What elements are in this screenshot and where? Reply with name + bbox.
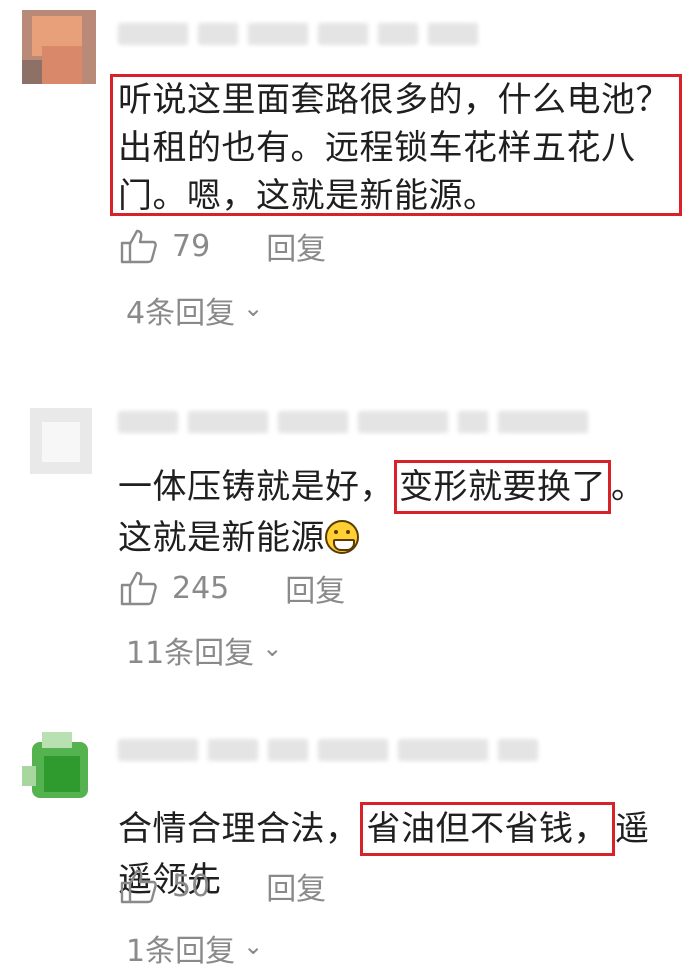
comment-3: 合情合理合法， 省油但不省钱， 遥遥领先 50 回复 1条回复 ⌄ [0, 720, 700, 977]
comment-actions: 245 回复 [120, 566, 345, 610]
avatar[interactable] [22, 732, 96, 806]
like-count: 245 [172, 570, 230, 606]
highlighted-phrase: 省油但不省钱， [359, 802, 615, 856]
like-count: 79 [172, 228, 211, 264]
grinning-face-icon [325, 520, 359, 554]
reply-button[interactable]: 回复 [266, 864, 326, 908]
chevron-down-icon: ⌄ [243, 294, 264, 322]
like-button[interactable]: 245 [120, 570, 229, 606]
reply-button[interactable]: 回复 [285, 566, 345, 610]
view-replies-button[interactable]: 1条回复 ⌄ [126, 926, 263, 970]
comment-2: 一体压铸就是好， 变形就要换了 。这就是新能源 245 回复 11条回复 ⌄ [0, 390, 700, 690]
like-button[interactable]: 79 [120, 228, 210, 264]
thumbs-up-icon [120, 229, 157, 264]
comment-1: 听说这里面套路很多的，什么电池？出租的也有。远程锁车花样五花八门。嗯，这就是新能… [0, 0, 700, 340]
reply-button[interactable]: 回复 [266, 224, 326, 268]
replies-count-label: 1条回复 [126, 934, 236, 969]
comment-actions: 50 回复 [120, 864, 326, 908]
comment-actions: 79 回复 [120, 224, 326, 268]
replies-count-label: 4条回复 [126, 296, 236, 331]
like-button[interactable]: 50 [120, 868, 210, 904]
comment-text: 一体压铸就是好， 变形就要换了 。这就是新能源 [118, 460, 678, 562]
replies-count-label: 11条回复 [126, 636, 255, 671]
avatar[interactable] [22, 10, 96, 84]
view-replies-button[interactable]: 4条回复 ⌄ [126, 288, 263, 332]
thumbs-up-icon [120, 571, 157, 606]
comment-text-before: 一体压铸就是好， [118, 467, 394, 507]
avatar[interactable] [22, 404, 96, 478]
comment-text: 听说这里面套路很多的，什么电池？出租的也有。远程锁车花样五花八门。嗯，这就是新能… [118, 80, 670, 216]
chevron-down-icon: ⌄ [262, 634, 283, 662]
username-blurred[interactable] [118, 736, 538, 764]
username-blurred[interactable] [118, 408, 588, 436]
comment-text-before: 合情合理合法， [118, 809, 360, 849]
highlighted-phrase: 变形就要换了 [394, 460, 611, 514]
chevron-down-icon: ⌄ [243, 932, 264, 960]
like-count: 50 [172, 868, 211, 904]
thumbs-up-icon [120, 869, 157, 904]
view-replies-button[interactable]: 11条回复 ⌄ [126, 628, 282, 672]
username-blurred[interactable] [118, 20, 478, 48]
